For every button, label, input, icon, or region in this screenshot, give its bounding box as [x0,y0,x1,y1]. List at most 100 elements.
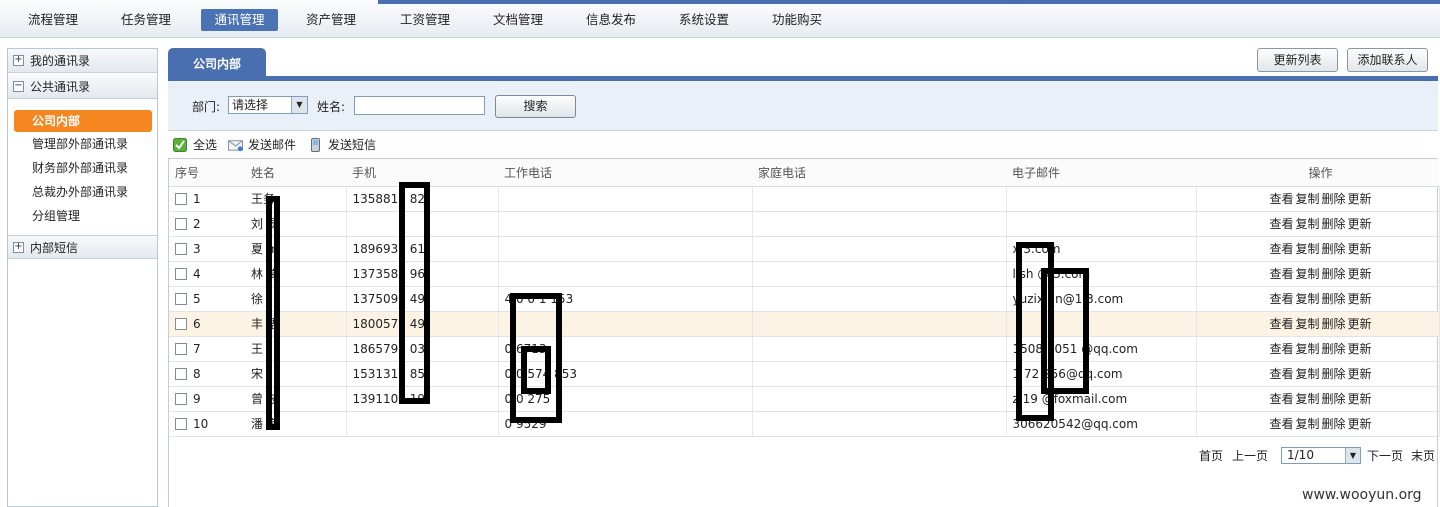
delete-link[interactable]: 删除 [1322,217,1346,231]
row-checkbox[interactable] [175,192,187,205]
table-row[interactable]: 2 刘 磊 查看 复制 删除 更新 [169,211,1440,237]
view-link[interactable]: 查看 [1269,367,1293,381]
view-link[interactable]: 查看 [1269,342,1293,356]
table-row[interactable]: 8 宋 1531317 85 0 0 574 853 1 72 256@qq.com 查看… [169,361,1440,387]
nav-payroll[interactable]: 工资管理 [392,9,458,31]
nav-tasks[interactable]: 任务管理 [113,9,179,31]
copy-link[interactable]: 复制 [1295,417,1319,431]
nav-assets[interactable]: 资产管理 [298,9,364,31]
pager-last[interactable]: 末页 [1411,447,1435,465]
row-checkbox[interactable] [175,217,187,230]
send-sms-button[interactable]: 发送短信 [308,137,376,153]
delete-link[interactable]: 删除 [1322,267,1346,281]
chevron-down-icon[interactable]: ▼ [1345,448,1360,463]
tab-company-internal[interactable]: 公司内部 [168,48,266,78]
row-checkbox[interactable] [175,392,187,405]
table-row[interactable]: 9曾 波 1391107 19 0 0 275 z 19 @foxmail.com 查看… [169,386,1440,412]
nav-settings[interactable]: 系统设置 [671,9,737,31]
sidebar-item-admin-contacts[interactable]: 管理部外部通讯录 [32,134,128,154]
update-link[interactable]: 更新 [1348,342,1372,356]
pager-first[interactable]: 首页 [1199,447,1223,465]
refresh-list-button[interactable]: 更新列表 [1257,48,1338,72]
update-link[interactable]: 更新 [1348,367,1372,381]
copy-link[interactable]: 复制 [1295,217,1319,231]
view-link[interactable]: 查看 [1269,192,1293,206]
chevron-down-icon[interactable]: ▼ [291,97,307,113]
row-number-text: 8 [193,366,201,381]
table-row[interactable]: 10 潘 海0 9529 306620542@qq.com 查看 复制 删除 更新 [169,411,1440,437]
table-row[interactable]: 1 王务 1358810 82 查看 复制 删除 更新 [169,186,1440,212]
nav-publishing[interactable]: 信息发布 [578,9,644,31]
page-select[interactable]: 1/10 ▼ [1281,447,1361,464]
view-link[interactable]: 查看 [1269,292,1293,306]
view-link[interactable]: 查看 [1269,392,1293,406]
sidebar-item-public-contacts[interactable]: − 公共通讯录 [8,75,157,99]
send-email-button[interactable]: 发送邮件 [228,137,296,153]
pager-next[interactable]: 下一页 [1367,447,1403,465]
view-link[interactable]: 查看 [1269,417,1293,431]
view-link[interactable]: 查看 [1269,317,1293,331]
copy-link[interactable]: 复制 [1295,392,1319,406]
delete-link[interactable]: 删除 [1322,342,1346,356]
table-row[interactable]: 5 徐 1375092 49 4 0 0 1 153 yuzix an@1 3.com 查… [169,286,1440,312]
select-all-button[interactable]: 全选 [173,137,217,153]
dept-select[interactable]: 请选择 ▼ [228,96,308,114]
update-link[interactable]: 更新 [1348,292,1372,306]
update-link[interactable]: 更新 [1348,192,1372,206]
update-link[interactable]: 更新 [1348,392,1372,406]
sidebar-item-my-contacts[interactable]: + 我的通讯录 [8,49,157,73]
delete-link[interactable]: 删除 [1322,417,1346,431]
dept-label: 部门: [192,100,221,114]
row-checkbox[interactable] [175,317,187,330]
update-link[interactable]: 更新 [1348,267,1372,281]
view-link[interactable]: 查看 [1269,267,1293,281]
row-number-text: 6 [193,316,201,331]
view-link[interactable]: 查看 [1269,242,1293,256]
table-row[interactable]: 7 王 1865799 03 0 6713 1508 1051 @qq.com 查看 复制删… [169,336,1440,362]
delete-link[interactable]: 删除 [1322,317,1346,331]
copy-link[interactable]: 复制 [1295,242,1319,256]
nav-workflow[interactable]: 流程管理 [20,9,86,31]
copy-link[interactable]: 复制 [1295,192,1319,206]
sidebar-item-finance-contacts[interactable]: 财务部外部通讯录 [32,158,128,178]
row-checkbox[interactable] [175,292,187,305]
pager-prev[interactable]: 上一页 [1232,447,1268,465]
add-contact-button[interactable]: 添加联系人 [1347,48,1428,72]
update-link[interactable]: 更新 [1348,417,1372,431]
table-row[interactable]: 6丰 语 1800571 49 查看 复制 删除 更新 [169,311,1440,337]
sidebar-item-company-internal[interactable]: 公司内部 [14,110,152,132]
nav-documents[interactable]: 文档管理 [485,9,551,31]
table-row[interactable]: 3夏 m 1896935 61 x 3.com 查看 复制 删除 更新 [169,236,1440,262]
copy-link[interactable]: 复制 [1295,317,1319,331]
collapse-icon[interactable]: − [13,81,24,92]
sidebar-item-group-management[interactable]: 分组管理 [32,206,80,226]
update-link[interactable]: 更新 [1348,217,1372,231]
nav-communication[interactable]: 通讯管理 [201,9,278,31]
copy-link[interactable]: 复制 [1295,342,1319,356]
sidebar-item-ceo-office-contacts[interactable]: 总裁办外部通讯录 [32,182,128,202]
home-phone [752,336,1007,362]
row-checkbox[interactable] [175,267,187,280]
copy-link[interactable]: 复制 [1295,367,1319,381]
row-checkbox[interactable] [175,367,187,380]
row-checkbox[interactable] [175,242,187,255]
nav-purchase[interactable]: 功能购买 [764,9,830,31]
expand-icon[interactable]: + [13,242,24,253]
delete-link[interactable]: 删除 [1322,367,1346,381]
expand-icon[interactable]: + [13,55,24,66]
row-checkbox[interactable] [175,417,187,430]
delete-link[interactable]: 删除 [1322,292,1346,306]
delete-link[interactable]: 删除 [1322,242,1346,256]
delete-link[interactable]: 删除 [1322,192,1346,206]
view-link[interactable]: 查看 [1269,217,1293,231]
copy-link[interactable]: 复制 [1295,292,1319,306]
update-link[interactable]: 更新 [1348,317,1372,331]
name-input[interactable] [354,96,485,115]
row-checkbox[interactable] [175,342,187,355]
update-link[interactable]: 更新 [1348,242,1372,256]
sidebar-item-internal-sms[interactable]: + 内部短信 [8,235,157,259]
delete-link[interactable]: 删除 [1322,392,1346,406]
copy-link[interactable]: 复制 [1295,267,1319,281]
search-button[interactable]: 搜索 [495,95,576,118]
table-row[interactable]: 4林 锋 1373589 96 l sh @ 3.com 查看 复制 删除 更新 [169,261,1440,287]
